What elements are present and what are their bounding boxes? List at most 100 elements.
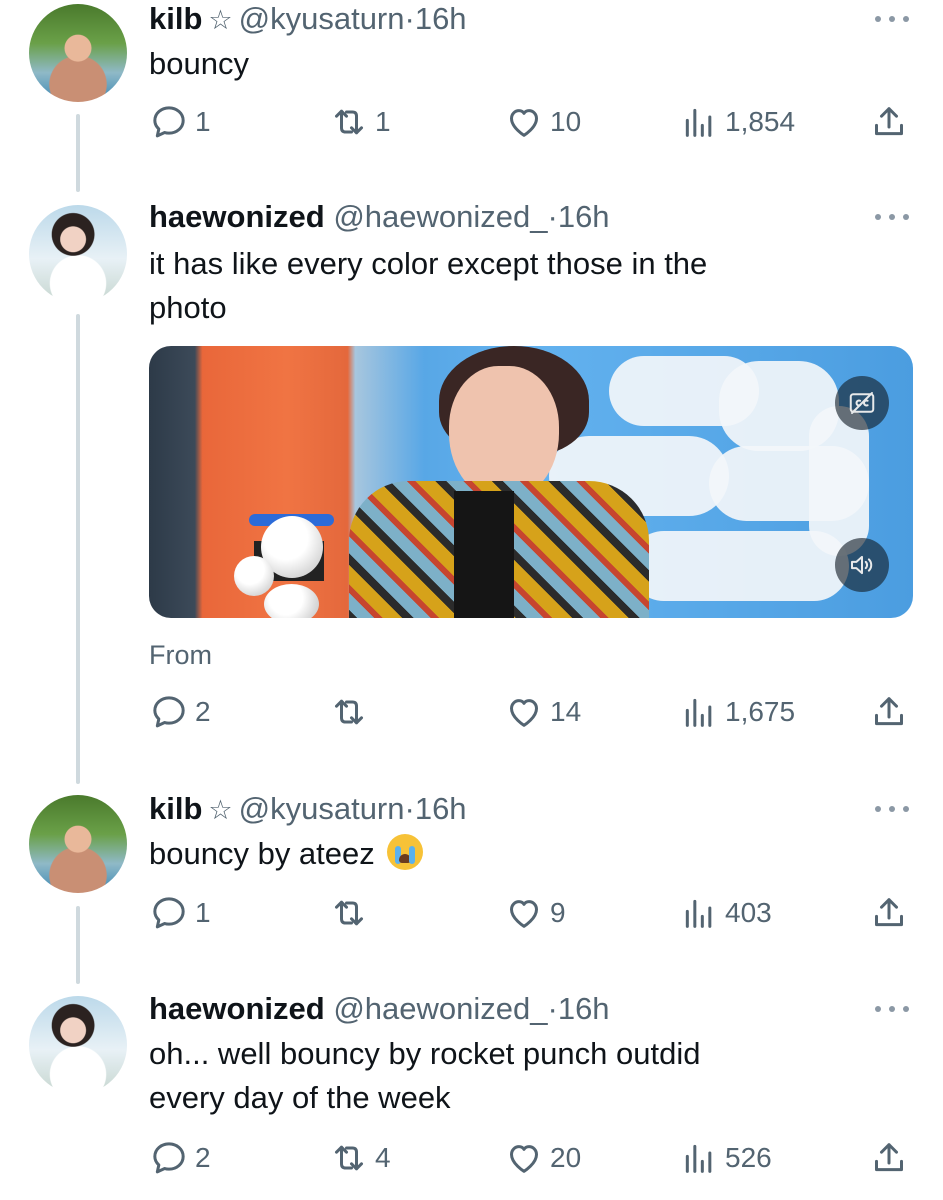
- volume-button[interactable]: [835, 538, 889, 592]
- more-icon[interactable]: [875, 212, 909, 222]
- captions-icon: [849, 392, 875, 414]
- retweet-icon: [335, 109, 363, 135]
- tweet-header: haewonized @haewonized_·16h: [149, 198, 610, 236]
- share-button[interactable]: [869, 102, 909, 142]
- tweet-header: haewonized @haewonized_·16h: [149, 990, 610, 1028]
- tweet-header: kilb ☆ @kyusaturn·16h: [149, 0, 467, 39]
- more-icon[interactable]: [875, 14, 909, 24]
- retweet-button[interactable]: 1: [329, 102, 391, 142]
- retweet-button[interactable]: 4: [329, 1138, 391, 1178]
- media-source-label[interactable]: From: [149, 640, 212, 671]
- share-icon: [875, 898, 903, 927]
- view-count: 1,675: [725, 696, 796, 727]
- share-button[interactable]: [869, 1138, 909, 1178]
- like-button[interactable]: 14: [504, 692, 581, 732]
- retweet-icon: [335, 699, 363, 725]
- retweet-count: 4: [375, 1142, 391, 1173]
- display-name[interactable]: kilb: [149, 1, 202, 36]
- tweet-text: oh... well bouncy by rocket punch outdid…: [149, 1032, 849, 1120]
- user-handle[interactable]: @kyusaturn: [239, 791, 405, 826]
- reply-icon: [153, 897, 185, 929]
- views-icon: [685, 1144, 712, 1173]
- timestamp[interactable]: 16h: [415, 1, 467, 36]
- tweet-actions: 1 9 403: [149, 893, 909, 933]
- tweet-text: it has like every color except those in …: [149, 242, 849, 330]
- more-icon[interactable]: [875, 1004, 909, 1014]
- user-handle[interactable]: @kyusaturn: [239, 1, 405, 36]
- reply-count: 1: [195, 897, 211, 928]
- reply-button[interactable]: 2: [149, 692, 211, 732]
- user-handle[interactable]: @haewonized_: [333, 991, 547, 1026]
- prop-ball: [264, 584, 319, 618]
- thread-line: [76, 314, 80, 784]
- crying-emoji-icon: [387, 834, 424, 870]
- like-count: 10: [550, 106, 582, 137]
- tweet-text-line: every day of the week: [149, 1080, 451, 1115]
- like-button[interactable]: 20: [504, 1138, 581, 1178]
- timestamp[interactable]: 16h: [558, 991, 610, 1026]
- user-handle[interactable]: @haewonized_: [333, 199, 547, 234]
- tweet-text-line: oh... well bouncy by rocket punch outdid: [149, 1036, 701, 1071]
- share-icon: [875, 1143, 903, 1172]
- view-count: 526: [725, 1142, 772, 1173]
- like-count: 9: [550, 897, 566, 928]
- tweet-text-content: bouncy by ateez: [149, 836, 375, 871]
- reply-icon: [153, 1142, 185, 1174]
- heart-icon: [510, 900, 538, 928]
- tweet-actions: 2 4 20 526: [149, 1138, 909, 1178]
- video-player[interactable]: [149, 346, 913, 618]
- view-count: 1,854: [725, 106, 796, 137]
- heart-icon: [510, 109, 538, 137]
- avatar[interactable]: [29, 996, 127, 1094]
- tweet-text-line: it has like every color except those in …: [149, 246, 708, 281]
- reply-count: 1: [195, 106, 211, 137]
- timestamp[interactable]: 16h: [558, 199, 610, 234]
- reply-button[interactable]: 1: [149, 102, 211, 142]
- views-button[interactable]: 1,854: [679, 102, 795, 142]
- avatar[interactable]: [29, 4, 127, 102]
- views-button[interactable]: 526: [679, 1138, 772, 1178]
- views-icon: [685, 698, 712, 727]
- retweet-button[interactable]: [329, 692, 375, 732]
- retweet-icon: [335, 900, 363, 926]
- display-name[interactable]: kilb: [149, 791, 202, 826]
- like-button[interactable]: 10: [504, 102, 581, 142]
- reply-button[interactable]: 2: [149, 1138, 211, 1178]
- views-icon: [685, 108, 712, 137]
- avatar[interactable]: [29, 205, 127, 303]
- reply-icon: [153, 696, 185, 728]
- display-name[interactable]: haewonized: [149, 991, 325, 1026]
- prop-ball: [234, 556, 274, 596]
- timestamp[interactable]: 16h: [415, 791, 467, 826]
- separator: ·: [404, 791, 415, 826]
- retweet-button[interactable]: [329, 893, 375, 933]
- views-button[interactable]: 403: [679, 893, 772, 933]
- volume-icon: [851, 555, 873, 575]
- heart-icon: [510, 699, 538, 727]
- like-button[interactable]: 9: [504, 893, 566, 933]
- share-icon: [875, 697, 903, 726]
- share-icon: [875, 107, 903, 136]
- reply-button[interactable]: 1: [149, 893, 211, 933]
- view-count: 403: [725, 897, 772, 928]
- views-button[interactable]: 1,675: [679, 692, 795, 732]
- tweet-header: kilb ☆ @kyusaturn·16h: [149, 790, 467, 829]
- tweet-actions: 1 1 10 1,854: [149, 102, 909, 142]
- avatar[interactable]: [29, 795, 127, 893]
- tweet-text-line: photo: [149, 290, 227, 325]
- share-button[interactable]: [869, 692, 909, 732]
- retweet-count: 1: [375, 106, 391, 137]
- star-icon: ☆: [208, 5, 233, 35]
- more-icon[interactable]: [875, 804, 909, 814]
- captions-button[interactable]: [835, 376, 889, 430]
- separator: ·: [547, 199, 558, 234]
- display-name[interactable]: haewonized: [149, 199, 325, 234]
- reply-count: 2: [195, 1142, 211, 1173]
- tweet-actions: 2 14 1,675: [149, 692, 909, 732]
- thread-line: [76, 906, 80, 984]
- reply-icon: [153, 106, 185, 138]
- tweet-text: bouncy by ateez: [149, 832, 849, 876]
- share-button[interactable]: [869, 893, 909, 933]
- like-count: 14: [550, 696, 582, 727]
- star-icon: ☆: [208, 795, 233, 825]
